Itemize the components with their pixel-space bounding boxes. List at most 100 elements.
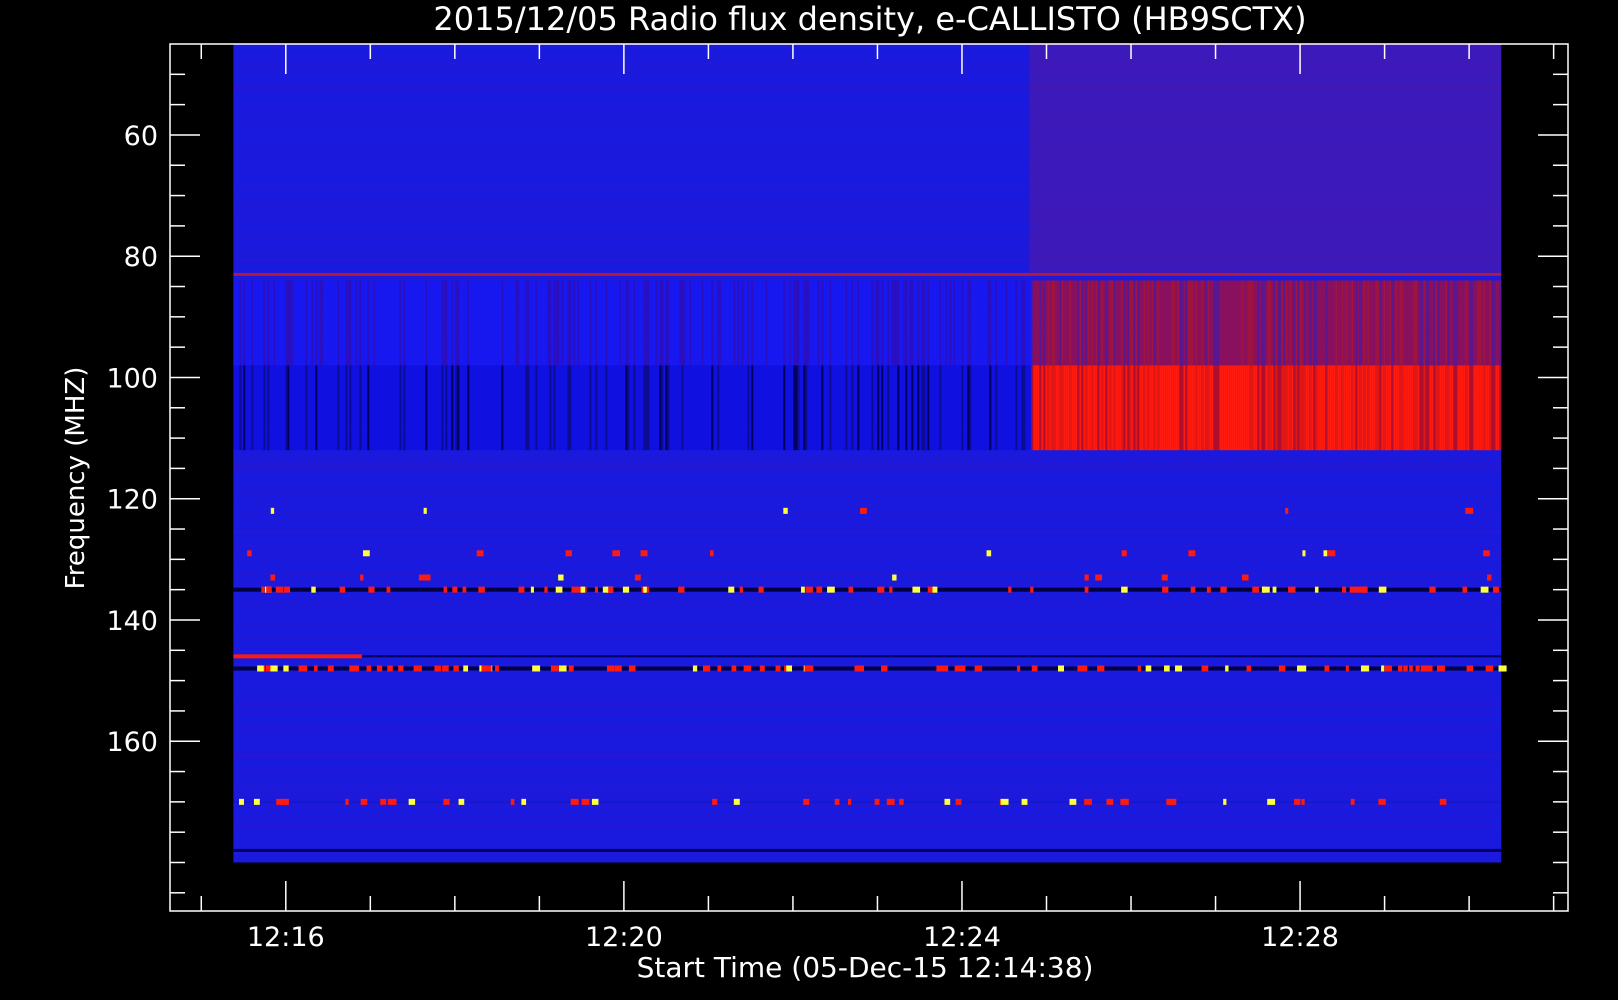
band-stripe [459,365,462,451]
band-stripe [1039,365,1042,451]
band-stripe [1433,365,1436,451]
band-stripe [943,365,946,451]
band-stripe [445,365,448,451]
band-stripe [269,280,272,366]
band-stripe [633,280,636,366]
burst-dot [879,586,885,593]
band-stripe [1057,280,1060,366]
band-stripe [1487,280,1490,366]
band-stripe [651,365,654,451]
heatmap-noise-row [233,729,1502,731]
band-stripe [1459,280,1462,366]
band-stripe [1217,365,1220,451]
band-stripe [353,280,356,366]
band-stripe [1229,365,1232,451]
band-stripe [1027,280,1030,366]
band-stripe [1261,280,1264,366]
band-stripe [415,365,418,451]
band-stripe [285,280,288,366]
band-stripe [1013,365,1016,451]
band-stripe [731,280,734,366]
band-stripe [315,280,318,366]
band-stripe [1039,280,1042,366]
band-stripe [755,280,758,366]
band-stripe [617,280,620,366]
band-stripe [619,280,622,366]
burst-dot [1409,665,1413,672]
band-stripe [1227,365,1230,451]
band-stripe [935,365,938,451]
band-stripe [1417,280,1420,366]
burst-dot [889,586,893,593]
band-stripe [931,365,934,451]
band-stripe [951,280,954,366]
band-stripe [505,365,508,451]
band-stripe [1277,280,1280,366]
burst-dot [1301,798,1305,805]
band-stripe [405,280,408,366]
band-stripe [885,280,888,366]
band-stripe [1155,280,1158,366]
band-stripe [339,280,342,366]
band-stripe [1147,365,1150,451]
band-stripe [701,365,704,451]
band-stripe [463,365,466,451]
heatmap-noise-row [233,512,1502,514]
band-stripe [1389,365,1392,451]
band-stripe [1127,365,1130,451]
band-stripe [1405,280,1408,366]
band-stripe [1197,365,1200,451]
band-stripe [677,365,680,451]
heatmap-noise-row [233,826,1502,828]
heatmap-noise-row [233,603,1502,605]
band-stripe [959,365,962,451]
burst-dot [1327,550,1336,557]
band-stripe [915,280,918,366]
band-stripe [1001,365,1004,451]
band-stripe [567,280,570,366]
band-stripe [1321,280,1324,366]
band-stripe [583,365,586,451]
band-stripe [735,365,738,451]
burst-dot [558,574,564,581]
band-stripe [359,280,362,366]
band-stripe [1091,280,1094,366]
band-stripe [943,280,946,366]
band-stripe [1327,365,1330,451]
band-stripe [479,280,482,366]
band-stripe [1195,365,1198,451]
band-stripe [1251,365,1254,451]
band-stripe [711,280,714,366]
band-stripe [477,365,480,451]
band-stripe [1177,280,1180,366]
band-stripe [1275,280,1278,366]
band-stripe [1249,365,1252,451]
band-stripe [1481,280,1484,366]
band-stripe [1237,365,1240,451]
band-stripe [1163,280,1166,366]
band-stripe [745,365,748,451]
band-stripe [781,365,784,451]
band-stripe [677,280,680,366]
band-stripe [1239,280,1242,366]
band-stripe [1307,280,1310,366]
band-stripe [833,365,836,451]
band-stripe [1089,365,1092,451]
band-stripe [291,365,294,451]
band-stripe [1305,280,1308,366]
band-stripe [1295,280,1298,366]
band-stripe [737,280,740,366]
band-stripe [581,365,584,451]
band-stripe [1271,365,1274,451]
band-stripe [1041,280,1044,366]
burst-dot [881,665,888,672]
band-stripe [861,365,864,451]
band-stripe [1461,365,1464,451]
band-stripe [1327,280,1330,366]
band-stripe [1029,365,1032,451]
band-stripe [475,280,478,366]
band-stripe [989,280,992,366]
band-stripe [1337,365,1340,451]
band-stripe [1471,280,1474,366]
band-stripe [545,365,548,451]
